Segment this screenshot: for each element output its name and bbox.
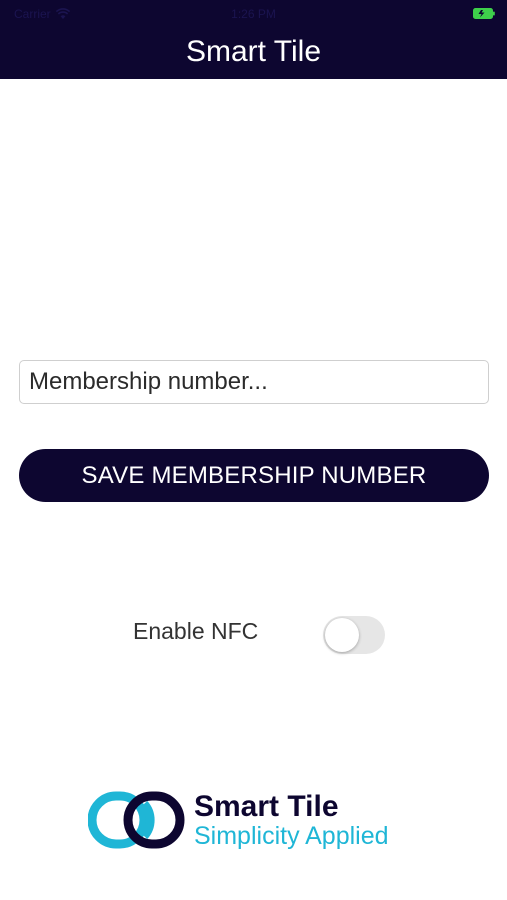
app-screen: Carrier 1:26 PM Smart Tile SAVE MEMBERSH… (0, 0, 507, 900)
membership-number-input[interactable] (19, 360, 489, 404)
status-bar: Carrier 1:26 PM (0, 0, 507, 28)
nfc-setting-row: Enable NFC (0, 612, 507, 656)
nfc-toggle[interactable] (323, 616, 385, 654)
logo-tagline: Simplicity Applied (194, 822, 389, 850)
battery-icon (473, 8, 495, 19)
brand-logo: Smart Tile Simplicity Applied (88, 786, 428, 856)
nfc-label: Enable NFC (133, 618, 259, 644)
toggle-knob (325, 618, 359, 652)
navigation-bar: Carrier 1:26 PM Smart Tile (0, 0, 507, 79)
logo-mark-icon (88, 791, 185, 849)
save-membership-button[interactable]: SAVE MEMBERSHIP NUMBER (19, 449, 489, 502)
status-time: 1:26 PM (231, 7, 276, 21)
logo-name: Smart Tile (194, 790, 339, 823)
page-title: Smart Tile (185, 35, 322, 68)
